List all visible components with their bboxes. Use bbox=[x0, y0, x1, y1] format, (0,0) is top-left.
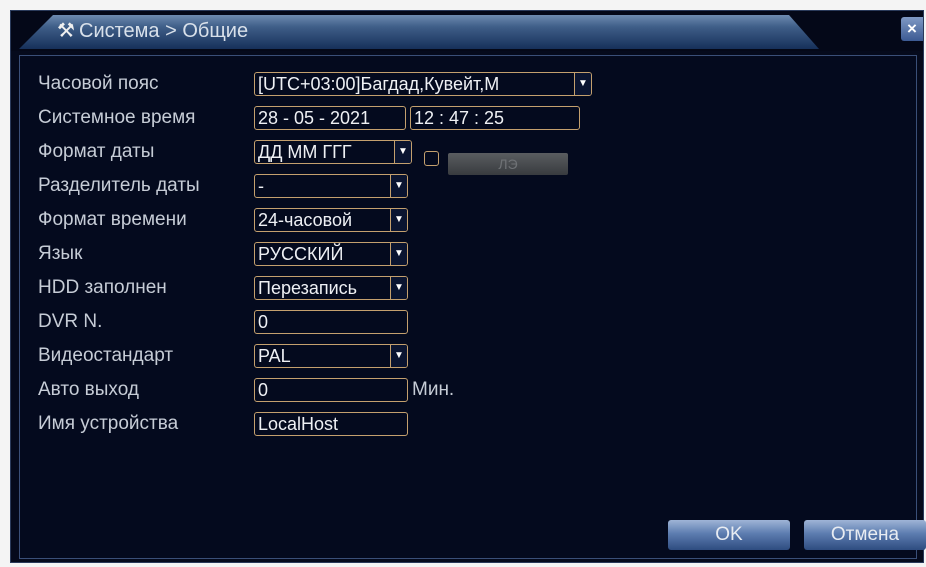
settings-panel: Часовой пояс [UTC+03:00]Багдад,Кувейт,М … bbox=[19, 55, 926, 559]
language-value: РУССКИЙ bbox=[258, 244, 344, 264]
device-name-input[interactable]: LocalHost bbox=[254, 412, 408, 436]
video-standard-label: Видеостандарт bbox=[38, 345, 174, 366]
video-standard-dropdown[interactable]: PAL ▼ bbox=[254, 344, 408, 368]
date-format-dropdown[interactable]: ДД ММ ГГГ ▼ bbox=[254, 140, 412, 164]
chevron-down-icon[interactable]: ▼ bbox=[574, 73, 591, 95]
dvr-number-value: 0 bbox=[258, 312, 269, 332]
auto-logout-value: 0 bbox=[258, 380, 269, 400]
chevron-down-icon[interactable]: ▼ bbox=[390, 243, 407, 265]
auto-logout-unit: Мин. bbox=[412, 379, 455, 400]
timezone-value: [UTC+03:00]Багдад,Кувейт,М bbox=[258, 74, 500, 94]
chevron-down-icon[interactable]: ▼ bbox=[390, 175, 407, 197]
cancel-button[interactable]: Отмена bbox=[804, 520, 926, 550]
tools-icon: ⚒ bbox=[57, 20, 75, 42]
chevron-down-icon[interactable]: ▼ bbox=[390, 209, 407, 231]
time-format-label: Формат времени bbox=[38, 209, 187, 230]
hdd-full-value: Перезапись bbox=[258, 278, 358, 298]
date-format-value: ДД ММ ГГГ bbox=[258, 142, 352, 162]
system-date-field[interactable]: 28 - 05 - 2021 bbox=[254, 106, 406, 130]
hdd-full-dropdown[interactable]: Перезапись ▼ bbox=[254, 276, 408, 300]
dvr-number-label: DVR N. bbox=[38, 311, 103, 332]
chevron-down-icon[interactable]: ▼ bbox=[390, 277, 407, 299]
window-title: Система > Общие bbox=[79, 20, 249, 42]
close-button[interactable]: × bbox=[901, 17, 923, 41]
date-separator-dropdown[interactable]: - ▼ bbox=[254, 174, 408, 198]
dvr-number-input[interactable]: 0 bbox=[254, 310, 408, 334]
system-time-value: 12 : 47 : 25 bbox=[414, 108, 505, 128]
device-name-value: LocalHost bbox=[258, 414, 339, 434]
ok-button[interactable]: OK bbox=[668, 520, 790, 550]
system-time-label: Системное время bbox=[38, 107, 196, 128]
hdd-full-label: HDD заполнен bbox=[38, 277, 167, 298]
system-time-field[interactable]: 12 : 47 : 25 bbox=[410, 106, 580, 130]
language-label: Язык bbox=[38, 243, 83, 264]
timezone-dropdown[interactable]: [UTC+03:00]Багдад,Кувейт,М ▼ bbox=[254, 72, 592, 96]
date-format-label: Формат даты bbox=[38, 141, 155, 162]
timezone-label: Часовой пояс bbox=[38, 73, 159, 94]
time-format-dropdown[interactable]: 24-часовой ▼ bbox=[254, 208, 408, 232]
system-date-value: 28 - 05 - 2021 bbox=[258, 108, 371, 128]
date-separator-value: - bbox=[258, 176, 264, 196]
date-format-checkbox[interactable] bbox=[424, 151, 439, 166]
device-name-label: Имя устройства bbox=[38, 413, 179, 434]
title-bar: ⚒ Система > Общие × bbox=[11, 11, 923, 51]
time-format-value: 24-часовой bbox=[258, 210, 353, 230]
general-settings-window: ⚒ Система > Общие × Часовой пояс [UTC+03… bbox=[10, 10, 926, 563]
chevron-down-icon[interactable]: ▼ bbox=[394, 141, 411, 163]
language-dropdown[interactable]: РУССКИЙ ▼ bbox=[254, 242, 408, 266]
date-separator-label: Разделитель даты bbox=[38, 175, 200, 196]
video-standard-value: PAL bbox=[258, 346, 291, 366]
chevron-down-icon[interactable]: ▼ bbox=[390, 345, 407, 367]
auto-logout-input[interactable]: 0 bbox=[254, 378, 408, 402]
disabled-button[interactable]: ЛЭ bbox=[448, 153, 568, 175]
auto-logout-label: Авто выход bbox=[38, 379, 139, 400]
